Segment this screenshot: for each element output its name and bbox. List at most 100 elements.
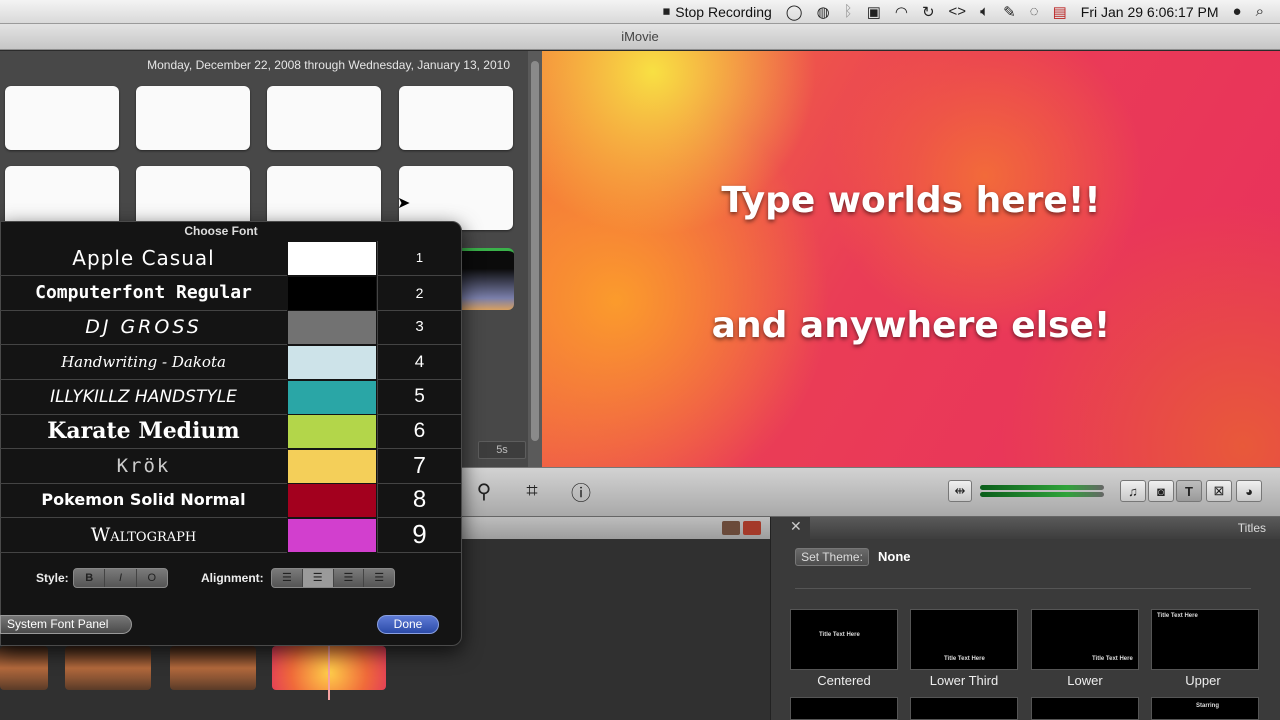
font-name[interactable]: Krök [0, 449, 287, 484]
title-line-1[interactable]: Type worlds here!! [542, 180, 1280, 221]
stop-recording-label: Stop Recording [675, 3, 772, 20]
title-style-lower[interactable]: Title Text Here [1031, 609, 1139, 670]
transitions-icon[interactable]: ⊠ [1206, 480, 1232, 502]
title-style-card[interactable] [910, 697, 1018, 720]
font-size-number[interactable]: 3 [377, 310, 461, 345]
music-icon[interactable]: ♫ [1120, 480, 1146, 502]
scroll-knob[interactable] [531, 61, 539, 441]
window-title: iMovie [0, 24, 1280, 50]
titles-icon[interactable]: T [1176, 480, 1202, 502]
color-swatch[interactable] [288, 484, 376, 517]
font-name[interactable]: Pokemon Solid Normal [0, 483, 287, 518]
info-icon[interactable]: ⓘ [563, 475, 599, 507]
color-swatch[interactable] [288, 519, 376, 552]
thumbnail-size-icon[interactable] [743, 521, 761, 535]
title-style-centered[interactable]: Title Text Here [790, 609, 898, 670]
font-row[interactable]: Krök 7 [0, 449, 462, 484]
color-swatch[interactable] [288, 346, 376, 379]
volume-circle-icon[interactable]: ◍ [817, 3, 830, 21]
color-swatch[interactable] [288, 277, 376, 310]
align-justify-icon[interactable]: ☰ [334, 569, 365, 587]
font-name[interactable]: Computerfont Regular [0, 276, 287, 311]
sync-icon[interactable]: ↻ [922, 3, 935, 21]
wifi-icon[interactable]: ◠ [895, 3, 908, 21]
user-icon[interactable]: ● [1233, 3, 1242, 20]
align-right-icon[interactable]: ☰ [364, 569, 394, 587]
style-segmented-control[interactable]: B I O [73, 568, 168, 588]
event-thumbnail[interactable] [399, 86, 513, 150]
color-swatch[interactable] [288, 450, 376, 483]
maps-icon[interactable]: ◕ [1236, 480, 1262, 502]
font-size-number[interactable]: 2 [377, 276, 461, 311]
font-size-number[interactable]: 5 [377, 380, 461, 415]
font-name[interactable]: ILLYKILLZ HANDSTYLE [0, 380, 287, 415]
title-style-upper[interactable]: Title Text Here [1151, 609, 1259, 670]
video-viewer[interactable] [542, 51, 1280, 467]
font-name[interactable]: Apple Casual [0, 241, 287, 276]
date-range-label: Monday, December 22, 2008 through Wednes… [147, 58, 510, 72]
crop-icon[interactable]: ⌗ [514, 475, 550, 507]
done-button[interactable]: Done [377, 615, 439, 634]
chat-icon[interactable]: ◌ [1030, 3, 1039, 20]
title-line-2[interactable]: and anywhere else! [542, 305, 1280, 346]
font-row[interactable]: Computerfont Regular 2 [0, 276, 462, 311]
font-row[interactable]: Karate Medium 6 [0, 414, 462, 449]
color-swatch[interactable] [288, 311, 376, 344]
stop-recording-item[interactable]: ⏹ Stop Recording [663, 3, 772, 20]
align-center-icon[interactable]: ☰ [302, 569, 334, 587]
speaker-icon[interactable]: 🔈︎ [980, 3, 989, 20]
code-icon[interactable]: <> [949, 3, 967, 20]
search-icon[interactable]: ⌕ [1256, 3, 1264, 20]
font-size-number[interactable]: 6 [377, 414, 461, 449]
font-size-number[interactable]: 7 [377, 449, 461, 484]
event-thumbnail[interactable] [267, 86, 381, 150]
font-name[interactable]: Handwriting - Dakota [0, 345, 287, 380]
font-name[interactable]: Waltograph [0, 518, 287, 553]
audio-skim-icon[interactable]: ⇹ [948, 480, 972, 502]
outline-button[interactable]: O [137, 569, 167, 587]
event-thumbnail[interactable] [462, 248, 514, 310]
title-style-card[interactable]: Starring [1151, 697, 1259, 720]
eyedropper-icon[interactable]: ⚲ [466, 475, 502, 507]
color-swatch[interactable] [288, 415, 376, 448]
font-size-number[interactable]: 9 [377, 518, 461, 553]
bluetooth-icon[interactable]: ᛒ [844, 3, 853, 20]
alignment-segmented-control[interactable]: ☰ ☰ ☰ ☰ [271, 568, 395, 588]
video-frame[interactable] [65, 646, 151, 690]
font-name[interactable]: Karate Medium [0, 414, 287, 449]
set-theme-button[interactable]: Set Theme: [795, 548, 869, 566]
box-icon[interactable]: ▣ [867, 3, 881, 21]
photo-icon[interactable]: ◙ [1148, 480, 1174, 502]
font-size-number[interactable]: 1 [377, 241, 461, 276]
color-swatch[interactable] [288, 381, 376, 414]
pen-icon[interactable]: ✎ [1003, 3, 1016, 21]
font-row[interactable]: ILLYKILLZ HANDSTYLE 5 [0, 380, 462, 415]
font-row[interactable]: DJ GROSS 3 [0, 310, 462, 345]
align-left-icon[interactable]: ☰ [272, 569, 303, 587]
title-style-card[interactable] [1031, 697, 1139, 720]
thumbnail-size-icon[interactable] [722, 521, 740, 535]
event-thumbnail[interactable] [5, 86, 119, 150]
clock[interactable]: Fri Jan 29 6:06:17 PM [1081, 4, 1219, 20]
browser-scrollbar[interactable] [528, 51, 542, 467]
font-row[interactable]: Handwriting - Dakota 4 [0, 345, 462, 380]
system-font-panel-button[interactable]: System Font Panel [0, 615, 132, 634]
theme-value: None [878, 549, 911, 564]
font-size-number[interactable]: 4 [377, 345, 461, 380]
close-icon[interactable]: ✕ [790, 518, 802, 535]
font-row[interactable]: Apple Casual 1 [0, 241, 462, 276]
bold-button[interactable]: B [74, 569, 106, 587]
font-size-number[interactable]: 8 [377, 483, 461, 518]
font-name[interactable]: DJ GROSS [0, 310, 287, 345]
flag-icon[interactable]: ▤ [1053, 3, 1067, 21]
color-swatch[interactable] [288, 242, 376, 275]
italic-button[interactable]: I [105, 569, 137, 587]
event-thumbnail[interactable] [136, 86, 250, 150]
video-frame[interactable] [0, 646, 48, 690]
font-row[interactable]: Waltograph 9 [0, 518, 462, 553]
video-frame[interactable] [170, 646, 256, 690]
circle-icon[interactable]: ◯ [786, 3, 803, 21]
title-style-card[interactable] [790, 697, 898, 720]
font-row[interactable]: Pokemon Solid Normal 8 [0, 483, 462, 518]
title-style-lower-third[interactable]: Title Text Here [910, 609, 1018, 670]
